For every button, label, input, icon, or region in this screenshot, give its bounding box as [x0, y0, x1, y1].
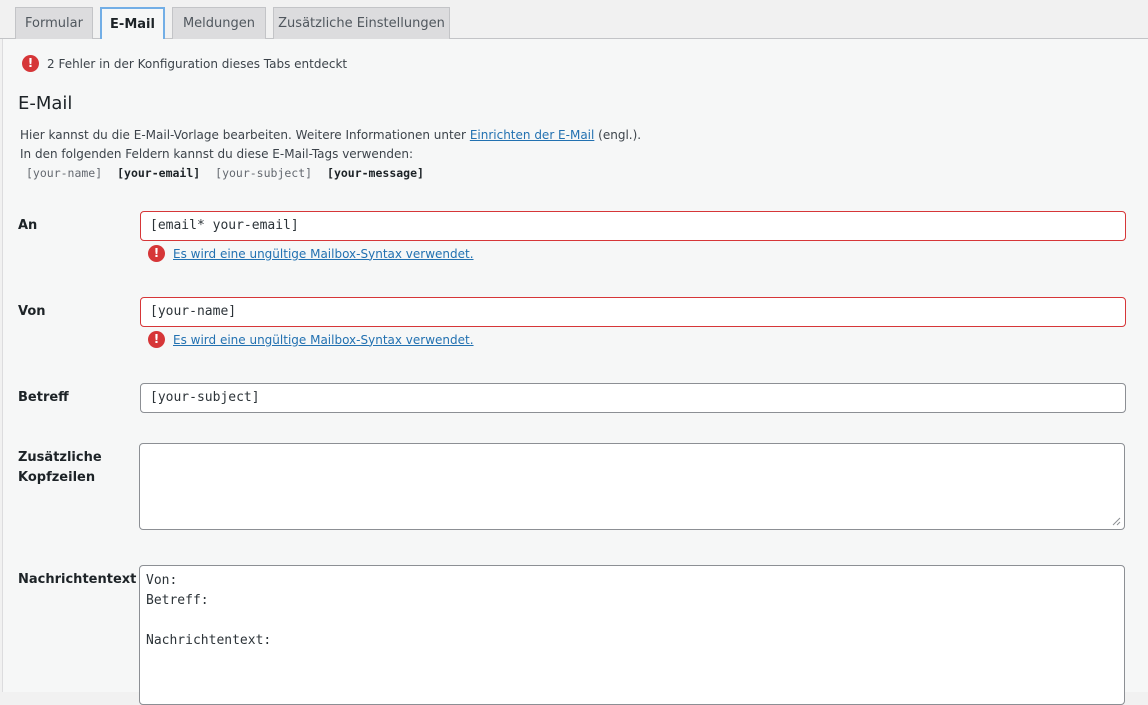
tab-bar: Formular E-Mail Meldungen Zusätzliche Ei… [0, 0, 1148, 40]
desc-text: Hier kannst du die E-Mail-Vorlage bearbe… [20, 128, 470, 142]
from-label: Von [18, 304, 46, 319]
desc-line2: In den folgenden Feldern kannst du diese… [20, 147, 414, 161]
body-value: Von: Betreff: Nachrichtentext: [146, 573, 272, 648]
mail-tag: [your-name] [26, 166, 103, 180]
mail-tag: [your-subject] [215, 166, 313, 180]
body-label: Nachrichtentext [18, 572, 137, 587]
section-description: Hier kannst du die E-Mail-Vorlage bearbe… [20, 126, 641, 164]
headers-label: Zusätzliche Kopfzeilen [18, 448, 102, 488]
tab-label: Meldungen [182, 16, 256, 31]
section-title: E-Mail [18, 93, 73, 114]
headers-label-line1: Zusätzliche [18, 450, 102, 465]
tab-label: Formular [25, 16, 83, 31]
error-summary: ! 2 Fehler in der Konfiguration dieses T… [22, 55, 347, 72]
subject-field[interactable]: [your-subject] [140, 383, 1126, 413]
from-field[interactable]: [your-name] [140, 297, 1126, 327]
error-summary-text: 2 Fehler in der Konfiguration dieses Tab… [47, 56, 348, 71]
mail-tag: [your-email] [117, 166, 201, 180]
exclamation-icon: ! [148, 331, 165, 348]
exclamation-icon: ! [148, 245, 165, 262]
tab-meldungen[interactable]: Meldungen [172, 7, 266, 39]
headers-textarea[interactable] [139, 443, 1125, 530]
tab-email[interactable]: E-Mail [100, 7, 165, 40]
tab-label: Zusätzliche Einstellungen [278, 16, 445, 31]
to-error: ! Es wird eine ungültige Mailbox-Syntax … [148, 245, 474, 262]
to-field[interactable]: [email* your-email] [140, 211, 1126, 241]
resize-handle-icon[interactable] [1112, 517, 1121, 526]
exclamation-icon: ! [22, 55, 39, 72]
from-error-link[interactable]: Es wird eine ungültige Mailbox-Syntax ve… [173, 333, 474, 347]
tab-zusaetzliche-einstellungen[interactable]: Zusätzliche Einstellungen [273, 7, 450, 39]
setup-email-link[interactable]: Einrichten der E-Mail [470, 128, 595, 142]
tab-label: E-Mail [110, 16, 155, 32]
to-label: An [18, 218, 38, 233]
tab-formular[interactable]: Formular [15, 7, 93, 39]
from-error: ! Es wird eine ungültige Mailbox-Syntax … [148, 331, 474, 348]
headers-label-line2: Kopfzeilen [18, 470, 96, 485]
body-textarea[interactable]: Von: Betreff: Nachrichtentext: [139, 565, 1125, 705]
to-error-link[interactable]: Es wird eine ungültige Mailbox-Syntax ve… [173, 247, 474, 261]
mail-tag: [your-message] [327, 166, 424, 180]
mail-tags: [your-name] [your-email] [your-subject] … [26, 166, 432, 180]
desc-suffix: (engl.). [594, 128, 642, 142]
subject-label: Betreff [18, 390, 69, 405]
